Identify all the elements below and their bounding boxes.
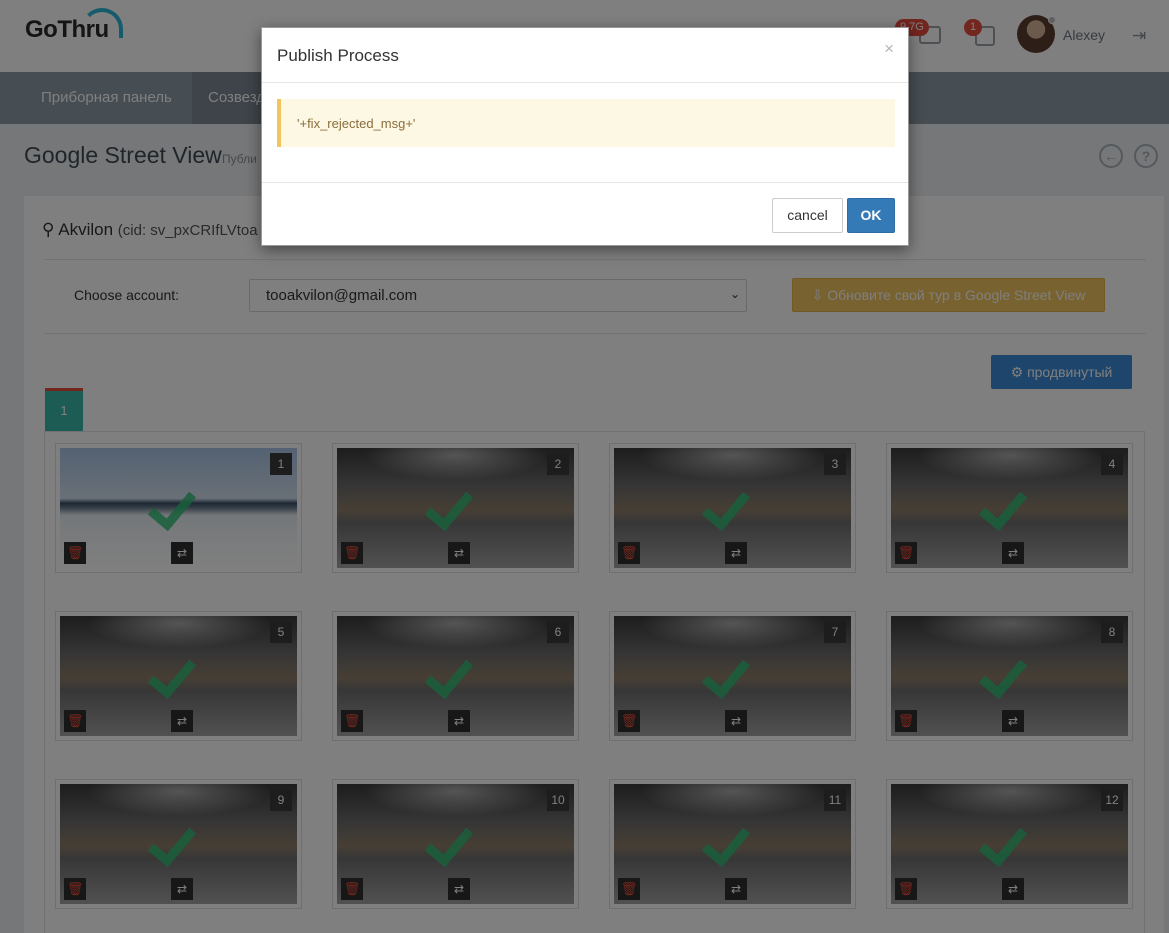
modal-footer: cancel OK [262,182,908,245]
warning-alert: '+fix_rejected_msg+' [277,99,895,147]
ok-button[interactable]: OK [847,198,895,233]
cancel-button[interactable]: cancel [772,198,843,233]
modal-header: Publish Process × [262,28,908,83]
modal-title: Publish Process [277,46,399,65]
close-icon[interactable]: × [884,39,894,59]
publish-modal: Publish Process × '+fix_rejected_msg+' c… [261,27,909,246]
